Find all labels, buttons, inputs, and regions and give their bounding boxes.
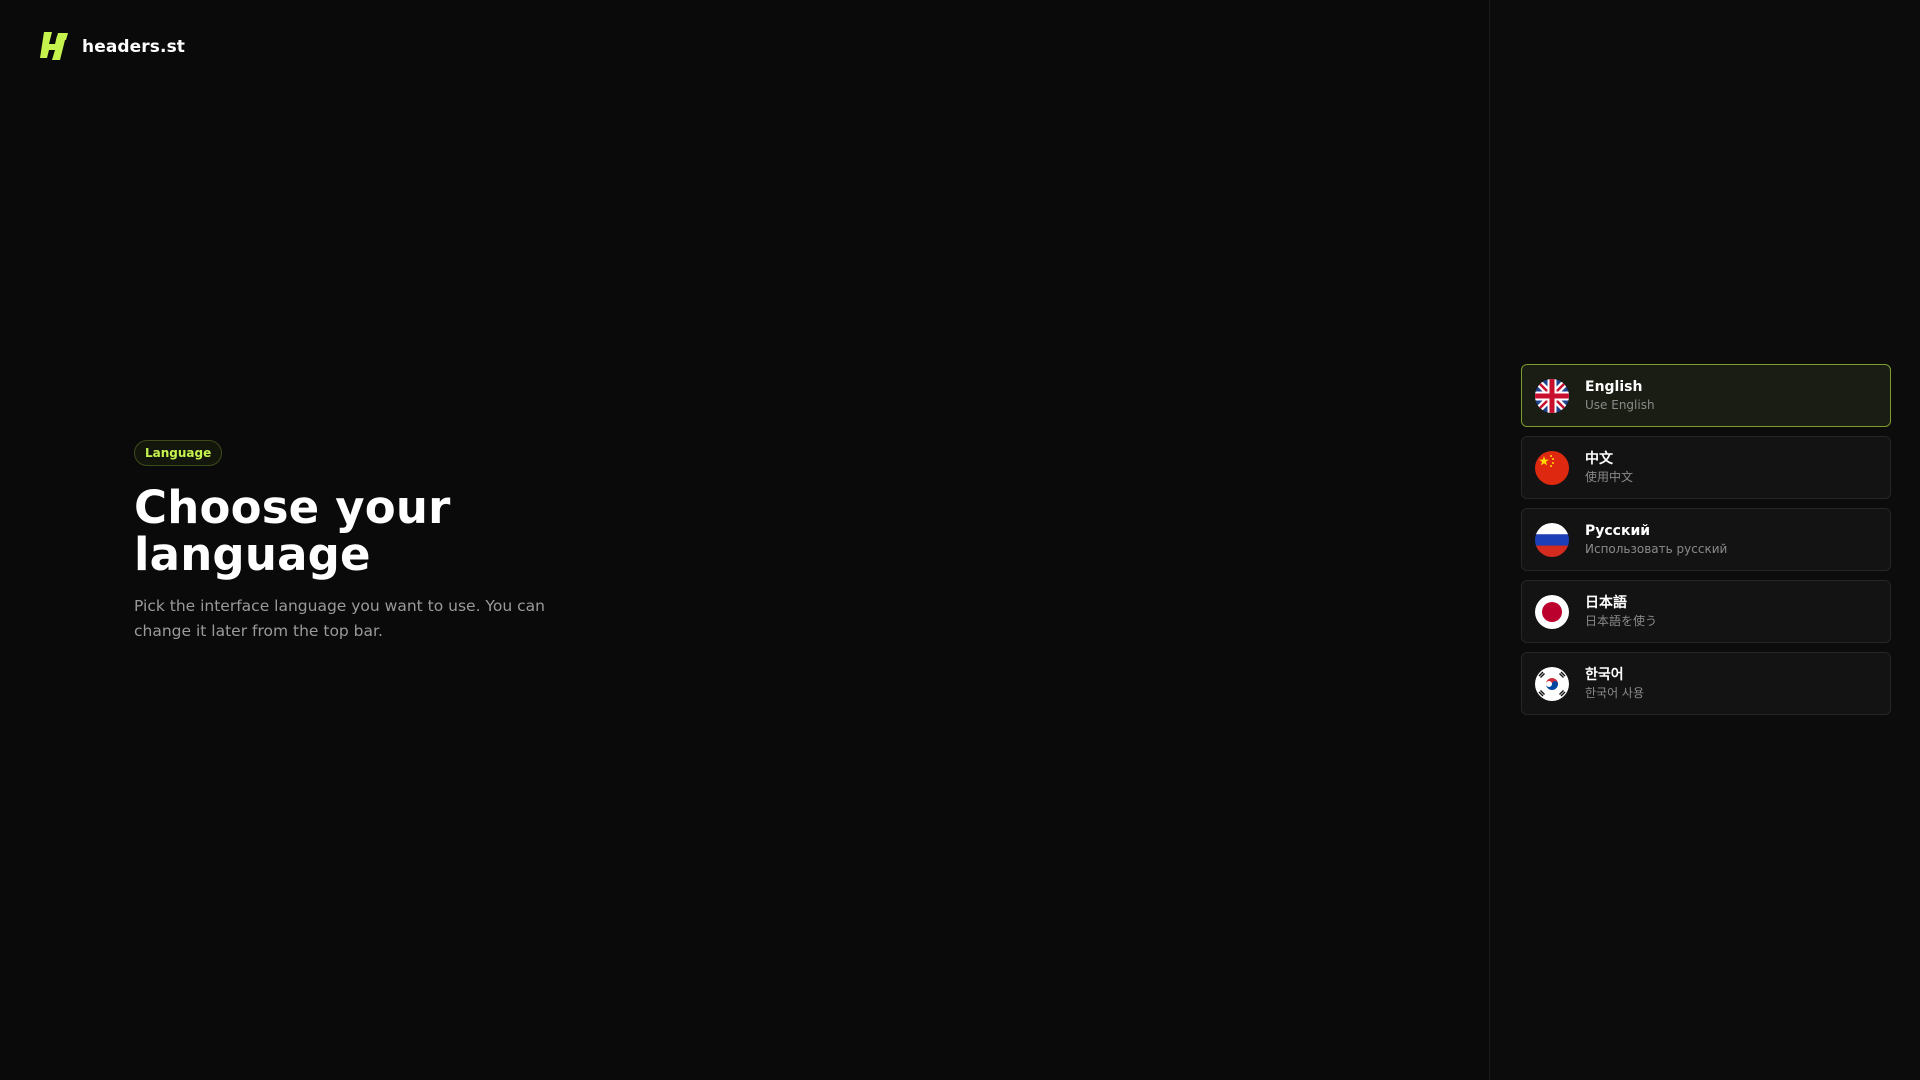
language-description: 使用中文 (1585, 470, 1634, 484)
section-badge: Language (134, 440, 223, 466)
language-name: English (1585, 379, 1643, 395)
language-option-chinese[interactable]: 中文 使用中文 (1521, 436, 1891, 499)
brand[interactable]: headers.st (40, 30, 185, 64)
russia-flag-icon (1535, 522, 1569, 557)
page-subtitle: Pick the interface language you want to … (134, 597, 545, 640)
language-option-korean[interactable]: 한국어 한국어 사용 (1521, 652, 1891, 715)
language-description: Использовать русский (1585, 542, 1728, 556)
language-option-russian[interactable]: Русский Использовать русский (1521, 508, 1891, 571)
lightning-logo-icon (40, 32, 68, 60)
language-description: 한국어 사용 (1585, 686, 1645, 700)
china-flag-icon (1535, 450, 1569, 485)
language-name: 한국어 (1585, 667, 1624, 683)
japan-flag-icon (1535, 594, 1569, 629)
language-description: 日本語を使う (1585, 614, 1658, 628)
hero-section: Language Choose your language Pick the i… (134, 440, 574, 644)
language-name: Русский (1585, 523, 1651, 539)
page-title: Choose your language (134, 481, 451, 581)
app-root: headers.st Language Choose your language… (0, 0, 1920, 1080)
language-description: Use English (1585, 398, 1655, 412)
language-list: English Use English 中文 使用中文 Русский Испо… (1521, 364, 1891, 715)
uk-flag-icon (1535, 378, 1569, 413)
language-name: 日本語 (1585, 595, 1627, 611)
language-option-japanese[interactable]: 日本語 日本語を使う (1521, 580, 1891, 643)
brand-name: headers.st (82, 37, 186, 57)
language-option-english[interactable]: English Use English (1521, 364, 1891, 427)
korea-flag-icon (1535, 666, 1569, 701)
language-name: 中文 (1585, 451, 1613, 467)
language-panel: English Use English 中文 使用中文 Русский Испо… (1489, 0, 1920, 1080)
